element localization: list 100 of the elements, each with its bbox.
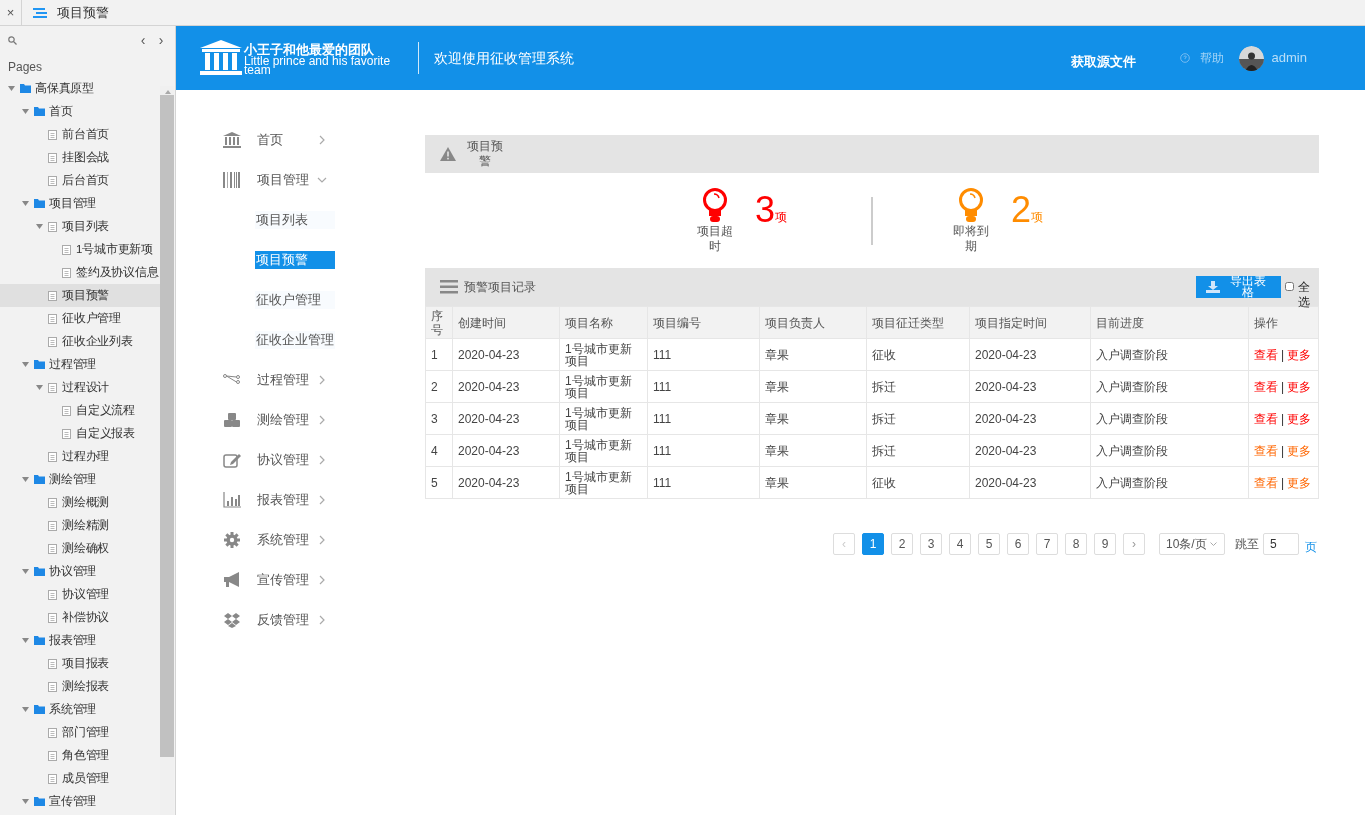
nav-menu-item[interactable]: 过程管理 <box>223 360 425 400</box>
tree-item[interactable]: 角色管理 <box>0 744 160 767</box>
page-icon <box>48 129 57 140</box>
tree-item[interactable]: 项目预警 <box>0 284 160 307</box>
page-button[interactable]: 6 <box>1007 533 1029 555</box>
caret-icon <box>22 477 29 482</box>
tree-item[interactable]: 1号城市更新项 <box>0 238 160 261</box>
folder-icon <box>20 84 31 93</box>
tree-item[interactable]: 宣传管理 <box>0 790 160 813</box>
page-button[interactable]: 5 <box>978 533 1000 555</box>
table-cell: 入户调查阶段 <box>1090 434 1249 467</box>
tree-item[interactable]: 前台首页 <box>0 123 160 146</box>
edit-icon <box>223 452 241 468</box>
page-icon <box>62 428 71 439</box>
tree-item[interactable]: 过程管理 <box>0 353 160 376</box>
previous-button[interactable]: ‹ <box>137 33 149 47</box>
next-button[interactable]: › <box>155 33 167 47</box>
nav-menu-item[interactable]: 系统管理 <box>223 520 425 560</box>
table-cell: 章果 <box>759 434 867 467</box>
tree-item[interactable]: 成员管理 <box>0 767 160 790</box>
tree-item[interactable]: 报表管理 <box>0 629 160 652</box>
page-size-select[interactable]: 10条/页 <box>1159 533 1225 555</box>
tree-item[interactable]: 项目列表 <box>0 215 160 238</box>
action-link[interactable]: 更多 <box>1287 379 1312 394</box>
action-link[interactable]: 更多 <box>1287 411 1312 426</box>
tree-item-label: 角色管理 <box>62 747 110 763</box>
tree-item[interactable]: 测绘管理 <box>0 468 160 491</box>
action-link[interactable]: 查看 <box>1254 379 1278 394</box>
tree-item[interactable]: 首页 <box>0 100 160 123</box>
tree-item-label: 签约及协议信息 <box>76 264 159 280</box>
chevron-down-icon <box>317 175 327 185</box>
tree-item[interactable]: 协议管理 <box>0 583 160 606</box>
folder-icon <box>34 107 45 116</box>
page-button[interactable]: 7 <box>1036 533 1058 555</box>
tree-item-label: 系统管理 <box>49 701 97 717</box>
tree-item[interactable]: 自定义流程 <box>0 399 160 422</box>
tree-item[interactable]: 后台首页 <box>0 169 160 192</box>
folder-icon <box>34 705 45 714</box>
caret-icon <box>22 638 29 643</box>
action-link[interactable]: 更多 <box>1287 347 1312 362</box>
page-icon <box>48 382 57 393</box>
nav-menu-item[interactable]: 报表管理 <box>223 480 425 520</box>
tree-item[interactable]: 过程设计 <box>0 376 160 399</box>
chevron-right-icon <box>317 455 327 465</box>
nav-menu-item[interactable]: 首页 <box>223 120 425 160</box>
nav-submenu-item[interactable]: 征收企业管理 <box>255 331 335 349</box>
page-icon <box>48 313 57 324</box>
search-icon <box>8 35 17 45</box>
action-link[interactable]: 查看 <box>1254 347 1278 362</box>
tree-item[interactable]: 测绘精测 <box>0 514 160 537</box>
tree-item[interactable]: 测绘确权 <box>0 537 160 560</box>
page-button[interactable]: 2 <box>891 533 913 555</box>
box-icon <box>223 612 241 628</box>
action-link[interactable]: 查看 <box>1254 411 1278 426</box>
tree-item[interactable]: 部门管理 <box>0 721 160 744</box>
table-cell: 2020-04-23 <box>969 402 1091 435</box>
tree-item[interactable]: 签约及协议信息 <box>0 261 160 284</box>
jump-input[interactable]: 5 <box>1263 533 1299 555</box>
tree-item-label: 项目预警 <box>62 287 110 303</box>
tree-item-label: 协议管理 <box>62 586 110 602</box>
tree-item-label: 测绘管理 <box>49 471 97 487</box>
tree-item[interactable]: 系统管理 <box>0 698 160 721</box>
nav-submenu-item[interactable]: 项目列表 <box>255 211 335 229</box>
table-cell: 2020-04-23 <box>452 370 560 403</box>
select-all-checkbox[interactable] <box>1285 282 1294 291</box>
column-header: 项目负责人 <box>759 306 867 339</box>
page-icon <box>48 152 57 163</box>
tree-item[interactable]: 测绘概测 <box>0 491 160 514</box>
stat-label: 即将到期 <box>952 223 990 254</box>
records-title: 预警项目记录 <box>464 279 536 296</box>
chevron-right-icon <box>317 615 327 625</box>
nav-menu-item[interactable]: 测绘管理 <box>223 400 425 440</box>
nav-menu-item[interactable]: 宣传管理 <box>223 560 425 600</box>
close-button[interactable]: × <box>0 0 22 26</box>
avatar-icon <box>1238 45 1264 71</box>
separator: | <box>1281 379 1285 394</box>
tree-item[interactable]: 过程办理 <box>0 445 160 468</box>
nav-menu-item[interactable]: 反馈管理 <box>223 600 425 640</box>
tree-item[interactable]: 自定义报表 <box>0 422 160 445</box>
tree-item[interactable]: 挂图会战 <box>0 146 160 169</box>
page-button[interactable]: 8 <box>1065 533 1087 555</box>
table-cell: 拆迁 <box>866 402 970 435</box>
table-cell: 1号城市更新项目 <box>559 338 648 371</box>
tree-item[interactable]: 高保真原型 <box>0 77 160 100</box>
page-button[interactable]: 4 <box>949 533 971 555</box>
nav-menu-item[interactable]: 项目管理 <box>223 160 425 200</box>
nav-submenu-item[interactable]: 征收户管理 <box>255 291 335 309</box>
folder-icon <box>34 360 45 369</box>
tree-item[interactable]: 项目管理 <box>0 192 160 215</box>
cubes-icon <box>223 412 241 428</box>
page-button[interactable]: 9 <box>1094 533 1116 555</box>
tree-item[interactable]: 协议管理 <box>0 560 160 583</box>
tree-item[interactable]: 征收户管理 <box>0 307 160 330</box>
page-button[interactable]: 3 <box>920 533 942 555</box>
menu-icon[interactable] <box>33 5 47 20</box>
tree-item[interactable]: 测绘报表 <box>0 675 160 698</box>
tree-item[interactable]: 项目报表 <box>0 652 160 675</box>
tree-item[interactable]: 补偿协议 <box>0 606 160 629</box>
nav-menu-item[interactable]: 协议管理 <box>223 440 425 480</box>
tree-item[interactable]: 征收企业列表 <box>0 330 160 353</box>
